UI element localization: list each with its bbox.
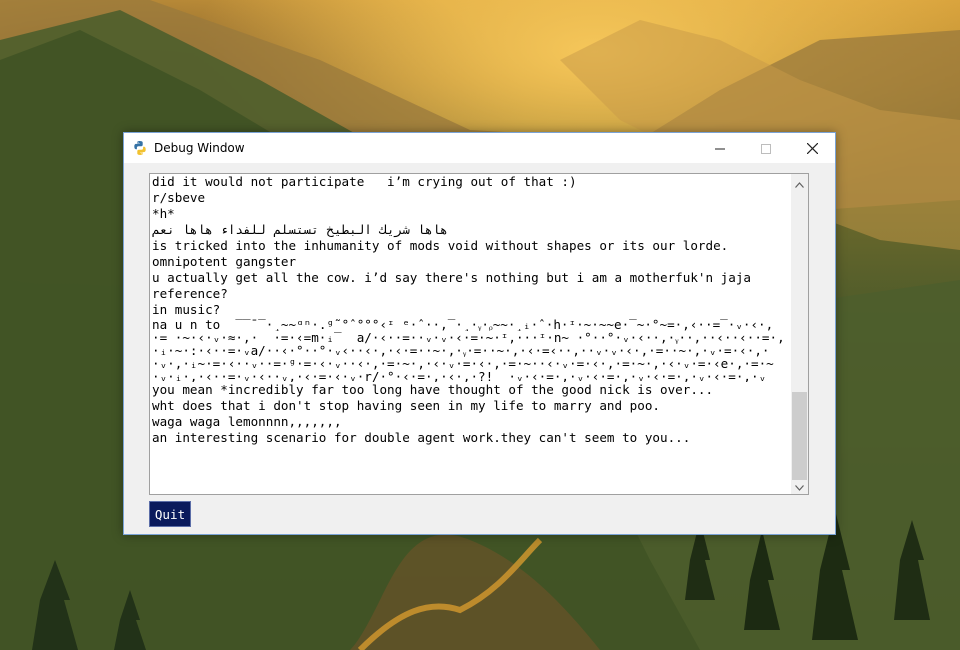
- log-line: *h*: [152, 206, 175, 221]
- log-line: did it would not participate i’m crying …: [152, 174, 577, 189]
- debug-window: Debug Window did it would not participat…: [123, 132, 836, 535]
- window-title: Debug Window: [154, 141, 245, 155]
- chevron-down-icon: [795, 476, 804, 494]
- garbled-text-block: na u n to ‾‾ˉ‾·¸~~ᵅⁿ·.ᵍ˜°ˆ°°°‹ᶦ_ᵉ·ˆ··‚‾·…: [152, 318, 786, 382]
- close-button[interactable]: [789, 133, 835, 163]
- quit-button[interactable]: Quit: [149, 501, 191, 527]
- scrollbar-thumb[interactable]: [792, 392, 807, 480]
- garbled-line: ·ᵢ·~·:·‹··=·ᵥa/··‹·°··°·ᵥ‹··‹·‚·‹·=··~·‚…: [152, 344, 770, 357]
- minimize-icon: [715, 139, 725, 158]
- garbled-line: ·ᵥ·‚·ᵢ~·=·‹··ᵥ··=·ᵍ·=·‹·ᵥ··‹·‚·=·~·‚·‹·ᵥ…: [152, 357, 774, 370]
- window-controls: [697, 133, 835, 163]
- log-line: u actually get all the cow. i’d say ther…: [152, 270, 751, 285]
- log-lines: did it would not participate i’m crying …: [152, 174, 786, 446]
- close-icon: [806, 139, 818, 158]
- maximize-button[interactable]: [743, 133, 789, 163]
- vertical-scrollbar[interactable]: [791, 174, 808, 494]
- scroll-down-button[interactable]: [791, 477, 808, 494]
- chevron-up-icon: [795, 174, 804, 192]
- log-line: you mean *incredibly far too long have t…: [152, 382, 714, 397]
- log-line: is tricked into the inhumanity of mods v…: [152, 238, 729, 253]
- log-line-arabic: هاها شريك البطيخ تستسلم للفداء هاها نعم: [152, 222, 448, 237]
- log-line: r/sbeve: [152, 190, 206, 205]
- garbled-line: ·ᵥ·ᵢ·‚·‹··=·ᵥ·‹··ᵥ‚·‹·=·‹·ᵥ·r/·°·‹·=·‚·‹…: [152, 370, 767, 382]
- log-line: na u n to ‾‾ˉ‾·¸~~ᵅⁿ·.ᵍ˜°ˆ°°°‹ᶦ_ᵉ·ˆ··‚‾·…: [152, 318, 786, 331]
- minimize-button[interactable]: [697, 133, 743, 163]
- log-text-area[interactable]: did it would not participate i’m crying …: [149, 173, 809, 495]
- title-bar[interactable]: Debug Window: [124, 133, 835, 163]
- scroll-up-button[interactable]: [791, 174, 808, 191]
- garbled-line: ·= ·~·‹·ᵥ·≈·‚· ·=·‹=m·ᵢ‾ a/·‹··=··ᵥ·ᵥ·‹·…: [152, 331, 785, 344]
- python-logo-icon: [132, 140, 148, 156]
- log-line: an interesting scenario for double agent…: [152, 430, 691, 445]
- log-line: in music?: [152, 302, 221, 317]
- maximize-icon: [761, 139, 771, 158]
- log-line: reference?: [152, 286, 228, 301]
- log-line: omnipotent gangster: [152, 254, 297, 269]
- log-line: wht does that i don't stop having seen i…: [152, 398, 660, 413]
- log-line: waga waga lemonnnn,,,,,,,: [152, 414, 342, 429]
